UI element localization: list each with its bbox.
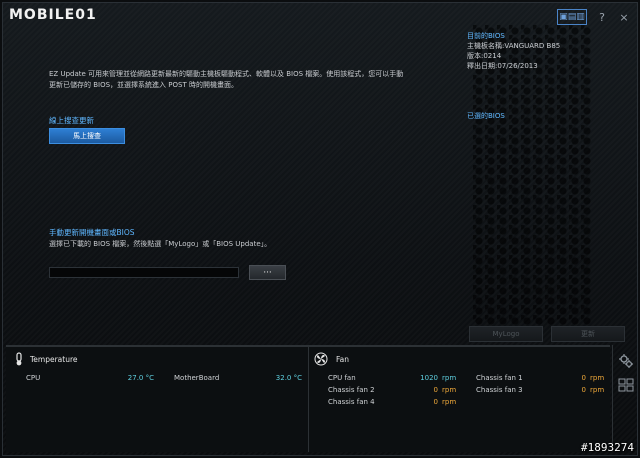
fan-label-chassis-2: Chassis fan 2 [328, 386, 375, 394]
help-icon[interactable]: ? [595, 10, 609, 24]
fan-value-chassis-2: 0 [433, 386, 438, 394]
current-bios-version: 版本:0214 [467, 52, 502, 60]
manual-update-title: 手動更新開機畫面或BIOS [49, 228, 135, 237]
fan-value-cpu: 1020 [420, 374, 438, 382]
fan-unit-chassis-2: rpm [442, 386, 457, 394]
watermark-text: #1893274 [581, 441, 634, 454]
panel-divider [308, 347, 309, 452]
settings-gear-icon[interactable] [618, 353, 634, 369]
current-bios-board: 主機板名稱:VANGUARD B85 [467, 42, 561, 50]
fan-value-chassis-4: 0 [433, 398, 438, 406]
mylogo-button[interactable]: MyLogo [469, 326, 543, 342]
fan-unit-chassis-1: rpm [590, 374, 605, 382]
thermometer-icon [16, 352, 22, 366]
browse-button[interactable]: ··· [249, 265, 286, 280]
update-button[interactable]: 更新 [551, 326, 625, 342]
temp-label-motherboard: MotherBoard [174, 374, 220, 382]
monitor-panel: Temperature CPU 27.0 °C MotherBoard 32.0… [6, 345, 610, 452]
fan-label-chassis-3: Chassis fan 3 [476, 386, 523, 394]
temp-label-cpu: CPU [26, 374, 41, 382]
current-bios-date: 釋出日期:07/26/2013 [467, 62, 538, 70]
temp-value-cpu: 27.0 °C [127, 374, 154, 382]
grid-view-icon[interactable] [618, 377, 634, 393]
fan-label-chassis-4: Chassis fan 4 [328, 398, 375, 406]
temperature-title: Temperature [30, 355, 78, 364]
intro-text: EZ Update 可用來管理並從網路更新最新的驅動主機板驅動程式、軟體以及 B… [49, 70, 404, 89]
fan-label-cpu: CPU fan [328, 374, 356, 382]
online-update-title: 線上搜查更新 [49, 116, 94, 125]
close-icon[interactable]: × [617, 10, 631, 24]
fan-unit-cpu: rpm [442, 374, 457, 382]
selected-bios-header: 已選的BIOS [467, 112, 505, 120]
title-controls: ▣▤▥ ? × [557, 9, 631, 25]
current-bios-header: 目前的BIOS [467, 32, 505, 40]
fan-title: Fan [336, 355, 349, 364]
brand-logo-text: MOBILE01 [9, 7, 97, 23]
fan-value-chassis-1: 0 [581, 374, 586, 382]
brand-logo: MOBILE01 [9, 7, 97, 23]
temp-value-motherboard: 32.0 °C [275, 374, 302, 382]
fan-unit-chassis-3: rpm [590, 386, 605, 394]
manual-update-instruction: 選擇已下載的 BIOS 檔案，然後點選「MyLogo」或「BIOS Update… [49, 240, 272, 248]
current-bios-info: 目前的BIOS 主機板名稱:VANGUARD B85 版本:0214 釋出日期:… [467, 31, 560, 71]
fan-value-chassis-3: 0 [581, 386, 586, 394]
right-rail [612, 345, 639, 452]
fan-icon [314, 352, 328, 366]
layout-toggle-icon[interactable]: ▣▤▥ [557, 9, 587, 25]
fan-label-chassis-1: Chassis fan 1 [476, 374, 523, 382]
search-now-button[interactable]: 馬上搜查 [49, 128, 125, 144]
bios-file-input[interactable] [49, 267, 239, 278]
fan-unit-chassis-4: rpm [442, 398, 457, 406]
